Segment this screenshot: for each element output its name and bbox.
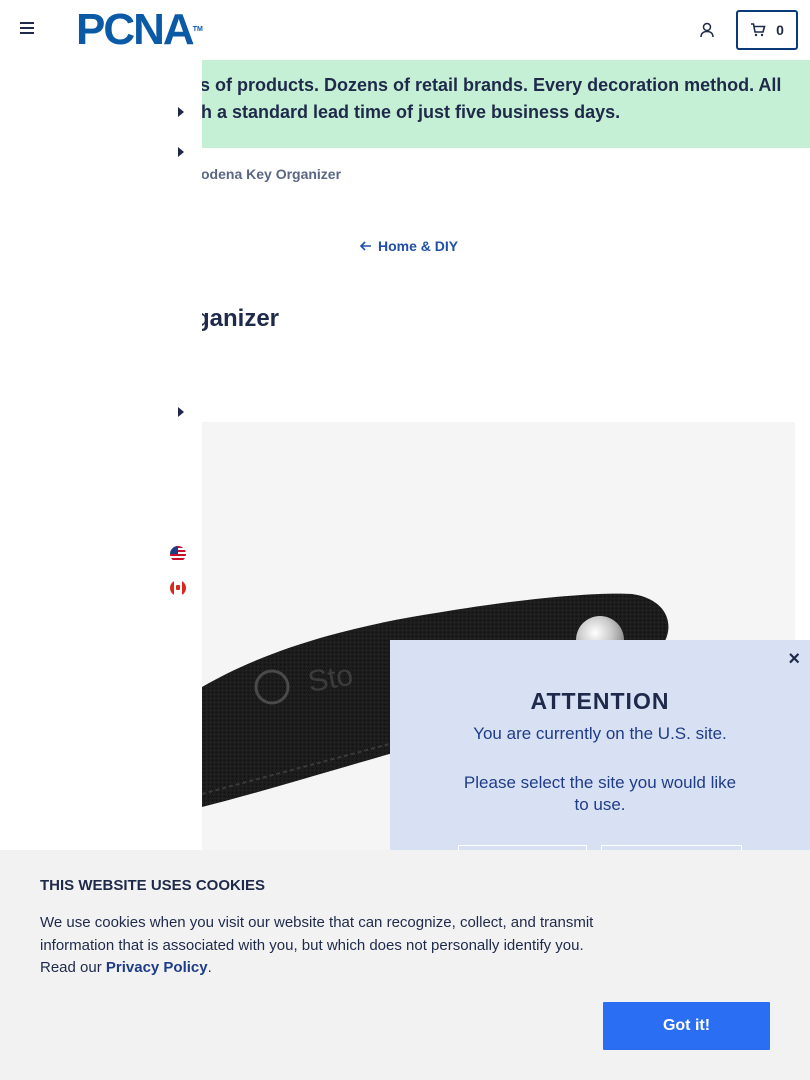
promo-text: ls of products. Dozens of retail brands.… — [195, 72, 800, 126]
modal-heading: ATTENTION — [530, 688, 670, 714]
close-icon[interactable]: × — [788, 648, 800, 671]
hamburger-icon[interactable] — [20, 22, 36, 38]
cart-count: 0 — [776, 22, 784, 38]
back-link-label: Home & DIY — [378, 238, 459, 254]
caret-right-icon[interactable] — [178, 407, 184, 417]
cookie-banner: THIS WEBSITE USES COOKIES We use cookies… — [0, 850, 810, 1080]
cookie-heading: THIS WEBSITE USES COOKIES — [40, 877, 266, 894]
promo-line-2: th a standard lead time of just five bus… — [195, 102, 621, 122]
side-drawer — [0, 60, 202, 860]
site-select-modal: × ATTENTION You are currently on the U.S… — [390, 640, 810, 875]
logo-text: PCNA — [76, 5, 195, 54]
cookie-body-suffix: . — [207, 959, 212, 976]
modal-message-select: Please select the site you would like to… — [463, 773, 737, 814]
back-link[interactable]: Home & DIY — [360, 238, 458, 254]
logo-trademark: TM — [192, 26, 203, 33]
promo-line-1: ls of products. Dozens of retail brands.… — [195, 75, 782, 95]
site-header: PCNATM 0 — [0, 0, 810, 60]
product-title: ganizer — [195, 305, 280, 332]
breadcrumb-current: odena Key Organizer — [201, 166, 342, 182]
cart-button[interactable]: 0 — [736, 10, 798, 50]
got-it-button[interactable]: Got it! — [603, 1002, 770, 1050]
privacy-policy-link[interactable]: Privacy Policy — [106, 959, 208, 976]
page: PCNATM 0 ls of products. Dozens of retai… — [0, 0, 810, 1080]
cart-icon — [751, 23, 766, 37]
caret-right-icon[interactable] — [178, 147, 184, 157]
cookie-body: We use cookies when you visit our websit… — [40, 912, 610, 980]
modal-message-current-site: You are currently on the U.S. site. — [473, 724, 727, 743]
pcna-logo[interactable]: PCNATM — [76, 8, 203, 52]
us-flag-icon[interactable] — [170, 546, 186, 562]
user-icon[interactable] — [698, 21, 716, 39]
canada-flag-icon[interactable] — [170, 580, 186, 596]
arrow-left-icon — [360, 241, 371, 251]
caret-right-icon[interactable] — [178, 107, 184, 117]
